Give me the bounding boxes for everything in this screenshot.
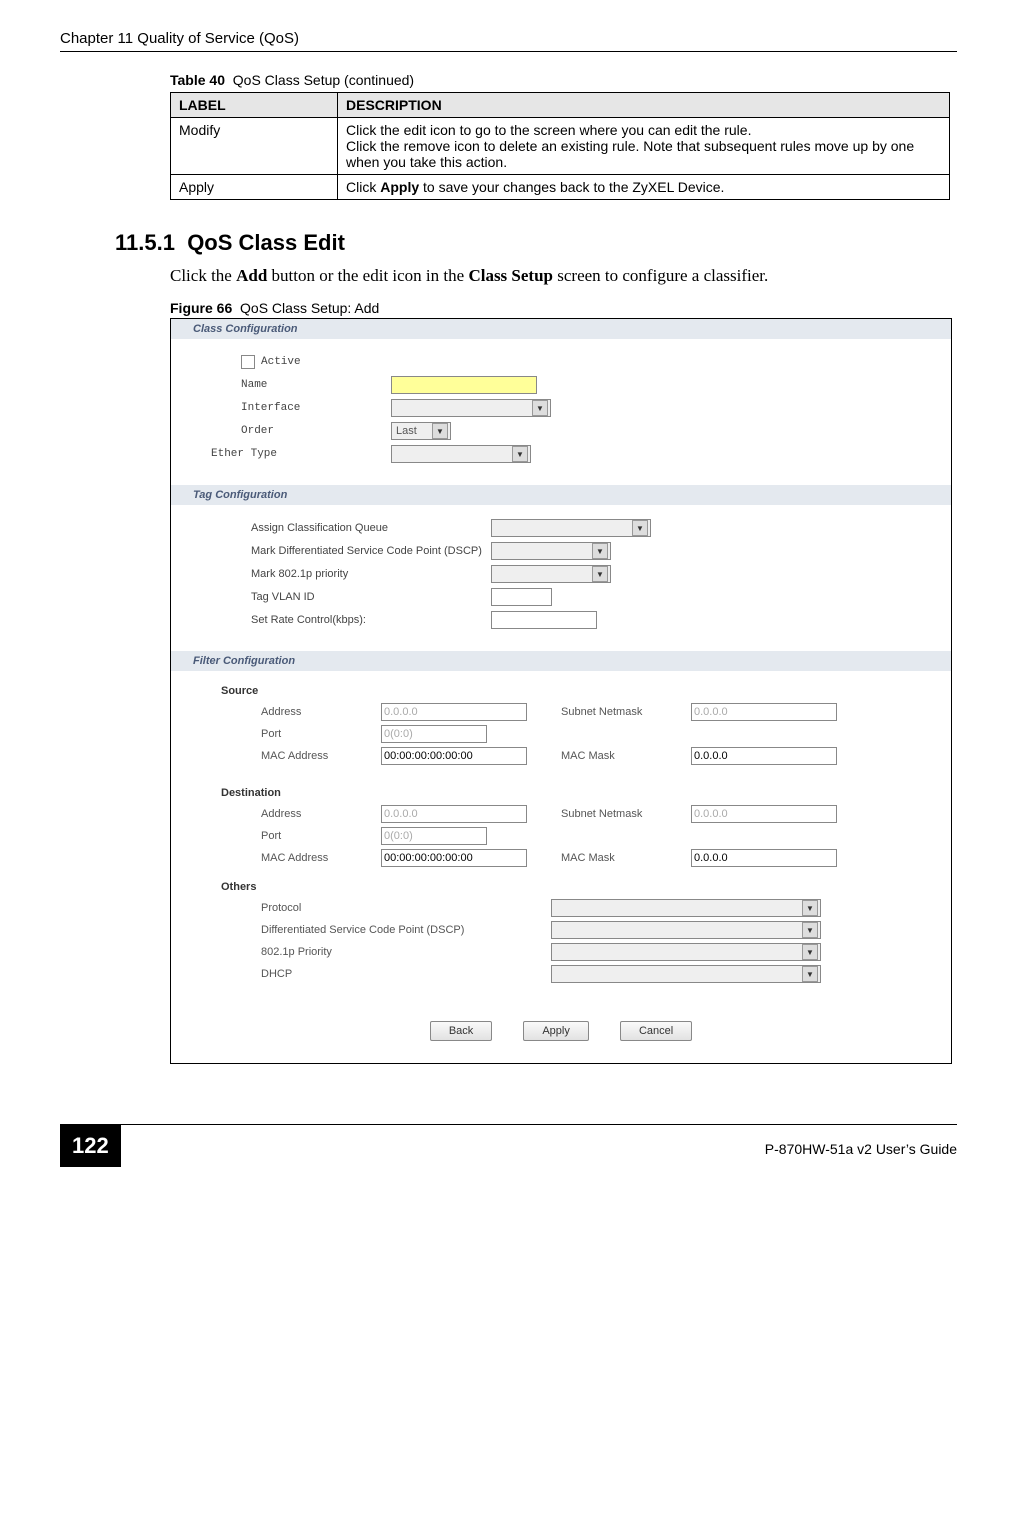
chevron-down-icon: ▼ — [802, 900, 818, 916]
figure-caption-num: Figure 66 — [170, 300, 232, 316]
others-heading: Others — [221, 881, 921, 893]
dst-subnet-label: Subnet Netmask — [561, 808, 681, 820]
section-heading: 11.5.1 QoS Class Edit — [115, 230, 957, 256]
dscp-label: Mark Differentiated Service Code Point (… — [251, 545, 491, 557]
ether-type-label: Ether Type — [211, 448, 391, 460]
body-pre: Click the — [170, 266, 236, 285]
protocol-label: Protocol — [261, 902, 551, 914]
src-subnet-label: Subnet Netmask — [561, 706, 681, 718]
order-select[interactable]: Last ▼ — [391, 422, 451, 440]
chevron-down-icon: ▼ — [432, 423, 448, 439]
tag-vlan-input[interactable] — [491, 588, 552, 606]
section-num: 11.5.1 — [115, 230, 175, 255]
rate-input[interactable] — [491, 611, 597, 629]
src-subnet-input[interactable] — [691, 703, 837, 721]
chevron-down-icon: ▼ — [592, 543, 608, 559]
others-dscp-label: Differentiated Service Code Point (DSCP) — [261, 924, 551, 936]
row-apply-desc: Click Apply to save your changes back to… — [338, 175, 950, 200]
row-modify-desc: Click the edit icon to go to the screen … — [338, 118, 950, 175]
body-bold2: Class Setup — [468, 266, 553, 285]
qos-class-setup-screenshot: Class Configuration Active Name Interfac… — [170, 318, 952, 1064]
ether-type-select[interactable]: ▼ — [391, 445, 531, 463]
dst-macmask-input[interactable] — [691, 849, 837, 867]
dst-address-input[interactable] — [381, 805, 527, 823]
page-number: 122 — [60, 1125, 121, 1167]
figure-caption: Figure 66 QoS Class Setup: Add — [170, 300, 957, 316]
name-label: Name — [241, 379, 391, 391]
body-bold1: Add — [236, 266, 267, 285]
src-macmask-label: MAC Mask — [561, 750, 681, 762]
chevron-down-icon: ▼ — [592, 566, 608, 582]
footer-guide: P-870HW-51a v2 User’s Guide — [765, 1135, 957, 1157]
others-dscp-select[interactable]: ▼ — [551, 921, 821, 939]
chevron-down-icon: ▼ — [532, 400, 548, 416]
rate-label: Set Rate Control(kbps): — [251, 614, 491, 626]
order-value: Last — [396, 425, 417, 437]
chevron-down-icon: ▼ — [512, 446, 528, 462]
chapter-header: Chapter 11 Quality of Service (QoS) — [60, 30, 957, 52]
tag-vlan-label: Tag VLAN ID — [251, 591, 491, 603]
mark-8021p-select[interactable]: ▼ — [491, 565, 611, 583]
figure-caption-text: QoS Class Setup: Add — [240, 300, 379, 316]
active-label: Active — [261, 356, 301, 368]
th-label: LABEL — [171, 93, 338, 118]
dst-port-input[interactable] — [381, 827, 487, 845]
others-dhcp-label: DHCP — [261, 968, 551, 980]
dst-subnet-input[interactable] — [691, 805, 837, 823]
chevron-down-icon: ▼ — [802, 966, 818, 982]
apply-button[interactable]: Apply — [523, 1021, 589, 1041]
source-heading: Source — [221, 685, 921, 697]
body-mid: button or the edit icon in the — [267, 266, 468, 285]
others-8021p-select[interactable]: ▼ — [551, 943, 821, 961]
chevron-down-icon: ▼ — [802, 944, 818, 960]
chevron-down-icon: ▼ — [802, 922, 818, 938]
active-checkbox[interactable] — [241, 355, 255, 369]
table-caption-num: Table 40 — [170, 72, 225, 88]
dst-macmask-label: MAC Mask — [561, 852, 681, 864]
src-port-input[interactable] — [381, 725, 487, 743]
chevron-down-icon: ▼ — [632, 520, 648, 536]
row-modify-label: Modify — [171, 118, 338, 175]
table-caption-text: QoS Class Setup (continued) — [233, 72, 414, 88]
src-address-input[interactable] — [381, 703, 527, 721]
table-40: Table 40 QoS Class Setup (continued) LAB… — [170, 72, 950, 200]
order-label: Order — [241, 425, 391, 437]
name-input[interactable] — [391, 376, 537, 394]
dst-mac-input[interactable] — [381, 849, 527, 867]
class-config-bar: Class Configuration — [171, 319, 951, 339]
body-post: screen to configure a classifier. — [553, 266, 768, 285]
row-modify-desc2: Click the remove icon to delete an exist… — [346, 138, 914, 170]
mark-8021p-label: Mark 802.1p priority — [251, 568, 491, 580]
row-apply-label: Apply — [171, 175, 338, 200]
destination-heading: Destination — [221, 787, 921, 799]
table-caption: Table 40 QoS Class Setup (continued) — [170, 72, 950, 92]
cancel-button[interactable]: Cancel — [620, 1021, 692, 1041]
dst-port-label: Port — [261, 830, 371, 842]
src-address-label: Address — [261, 706, 371, 718]
src-port-label: Port — [261, 728, 371, 740]
src-mac-input[interactable] — [381, 747, 527, 765]
others-dhcp-select[interactable]: ▼ — [551, 965, 821, 983]
filter-config-bar: Filter Configuration — [171, 651, 951, 671]
dscp-select[interactable]: ▼ — [491, 542, 611, 560]
interface-select[interactable]: ▼ — [391, 399, 551, 417]
assign-queue-label: Assign Classification Queue — [251, 522, 491, 534]
th-desc: DESCRIPTION — [338, 93, 950, 118]
dst-address-label: Address — [261, 808, 371, 820]
row-modify-desc1: Click the edit icon to go to the screen … — [346, 122, 751, 138]
section-body: Click the Add button or the edit icon in… — [170, 266, 950, 286]
src-macmask-input[interactable] — [691, 747, 837, 765]
tag-config-bar: Tag Configuration — [171, 485, 951, 505]
assign-queue-select[interactable]: ▼ — [491, 519, 651, 537]
dst-mac-label: MAC Address — [261, 852, 371, 864]
others-8021p-label: 802.1p Priority — [261, 946, 551, 958]
src-mac-label: MAC Address — [261, 750, 371, 762]
section-title: QoS Class Edit — [187, 230, 345, 255]
interface-label: Interface — [241, 402, 391, 414]
back-button[interactable]: Back — [430, 1021, 492, 1041]
protocol-select[interactable]: ▼ — [551, 899, 821, 917]
